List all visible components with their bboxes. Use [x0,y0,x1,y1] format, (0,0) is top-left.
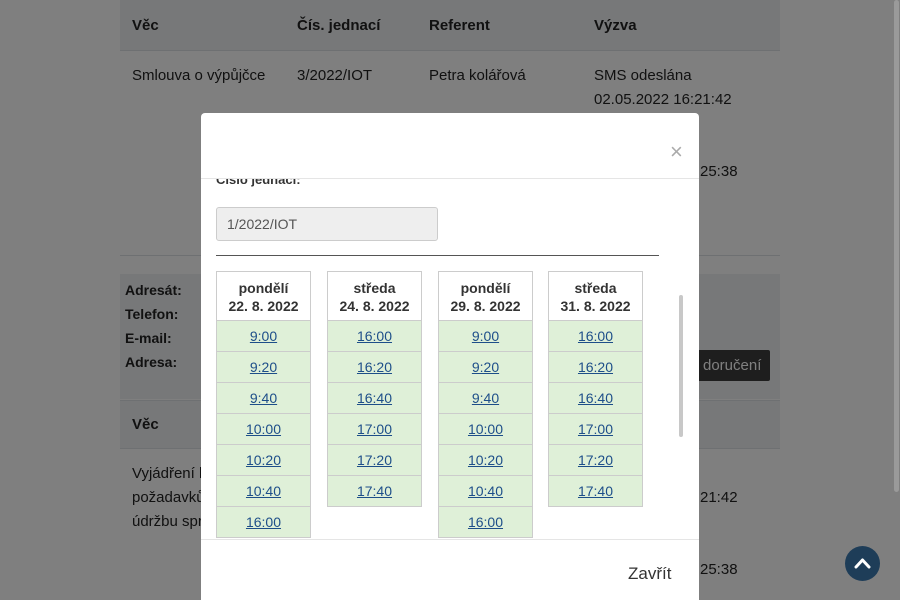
divider [216,255,659,256]
time-slot-link[interactable]: 17:20 [357,452,392,468]
time-slot[interactable]: 10:20 [438,445,533,476]
day-column: pondělí 22. 8. 2022 9:00 9:20 9:40 10:00… [216,271,311,538]
time-slot-link[interactable]: 10:40 [468,483,503,499]
day-date: 24. 8. 2022 [339,298,410,314]
time-slot-link[interactable]: 10:40 [246,483,281,499]
time-slot[interactable]: 16:00 [438,507,533,538]
day-header: pondělí 29. 8. 2022 [438,271,533,321]
day-column: pondělí 29. 8. 2022 9:00 9:20 9:40 10:00… [438,271,533,538]
time-slot-link[interactable]: 17:00 [357,421,392,437]
time-slot[interactable]: 9:20 [438,352,533,383]
chevron-up-icon [854,558,871,569]
day-header: středa 24. 8. 2022 [327,271,422,321]
time-slot[interactable]: 17:20 [327,445,422,476]
time-slot-link[interactable]: 16:20 [578,359,613,375]
time-slot-link[interactable]: 17:20 [578,452,613,468]
time-slot-link[interactable]: 16:40 [357,390,392,406]
time-slot[interactable]: 17:20 [548,445,643,476]
page-scrollbar[interactable] [894,0,899,492]
time-slot[interactable]: 10:40 [216,476,311,507]
time-slot[interactable]: 17:00 [548,414,643,445]
time-slot-link[interactable]: 17:40 [578,483,613,499]
day-date: 29. 8. 2022 [450,298,521,314]
time-slot[interactable]: 10:00 [438,414,533,445]
time-slot-link[interactable]: 10:00 [468,421,503,437]
time-slot[interactable]: 16:00 [548,321,643,352]
time-slot[interactable]: 16:00 [327,321,422,352]
close-button[interactable]: Zavřít [628,564,671,584]
modal-footer: Zavřít [201,539,699,600]
time-slot-link[interactable]: 9:40 [472,390,499,406]
reference-number-field[interactable]: 1/2022/IOT [216,207,438,241]
time-slot-link[interactable]: 16:40 [578,390,613,406]
time-slot-link[interactable]: 9:00 [250,328,277,344]
time-slot[interactable]: 16:20 [327,352,422,383]
day-column: středa 24. 8. 2022 16:00 16:20 16:40 17:… [327,271,422,507]
time-slot[interactable]: 9:20 [216,352,311,383]
time-slot[interactable]: 10:40 [438,476,533,507]
time-slot[interactable]: 9:40 [216,383,311,414]
modal-body: Číslo jednací: 1/2022/IOT pondělí 22. 8.… [201,179,699,539]
time-slot[interactable]: 16:40 [548,383,643,414]
time-slot-link[interactable]: 16:00 [357,328,392,344]
time-slot-link[interactable]: 10:20 [468,452,503,468]
time-slot[interactable]: 16:40 [327,383,422,414]
day-date: 31. 8. 2022 [560,298,631,314]
time-slot-link[interactable]: 9:20 [250,359,277,375]
time-slot[interactable]: 17:00 [327,414,422,445]
back-to-top-button[interactable] [845,546,880,581]
time-slot-link[interactable]: 10:20 [246,452,281,468]
time-slot[interactable]: 9:00 [216,321,311,352]
time-slot-link[interactable]: 17:00 [578,421,613,437]
time-slot[interactable]: 9:00 [438,321,533,352]
day-name: pondělí [460,280,511,296]
day-header: středa 31. 8. 2022 [548,271,643,321]
time-slot[interactable]: 17:40 [548,476,643,507]
time-slot-link[interactable]: 17:40 [357,483,392,499]
time-slot[interactable]: 16:20 [548,352,643,383]
time-slot-link[interactable]: 9:40 [250,390,277,406]
time-slot-link[interactable]: 9:20 [472,359,499,375]
time-slot[interactable]: 16:00 [216,507,311,538]
time-slot[interactable]: 10:00 [216,414,311,445]
day-column: středa 31. 8. 2022 16:00 16:20 16:40 17:… [548,271,643,507]
modal-header: × [201,113,699,179]
time-slot[interactable]: 17:40 [327,476,422,507]
day-date: 22. 8. 2022 [228,298,299,314]
time-slot-link[interactable]: 9:00 [472,328,499,344]
time-slot-link[interactable]: 16:00 [246,514,281,530]
time-slot[interactable]: 9:40 [438,383,533,414]
time-slot-link[interactable]: 16:00 [468,514,503,530]
reference-number-label: Číslo jednací: [216,179,301,187]
time-slot[interactable]: 10:20 [216,445,311,476]
day-name: pondělí [238,280,289,296]
day-header: pondělí 22. 8. 2022 [216,271,311,321]
modal-scrollbar[interactable] [679,295,683,437]
appointment-modal: × Číslo jednací: 1/2022/IOT pondělí 22. … [201,113,699,600]
day-name: středa [353,280,396,296]
time-slot-link[interactable]: 10:00 [246,421,281,437]
time-slot-link[interactable]: 16:20 [357,359,392,375]
day-name: středa [574,280,617,296]
close-icon[interactable]: × [670,141,683,163]
time-slot-link[interactable]: 16:00 [578,328,613,344]
